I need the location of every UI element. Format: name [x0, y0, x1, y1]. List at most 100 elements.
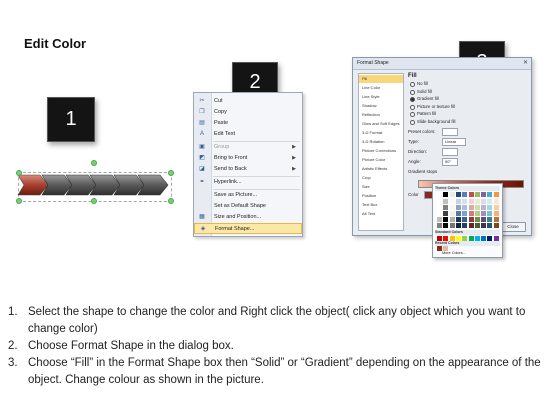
theme-color-swatch[interactable] — [449, 199, 455, 204]
theme-color-swatch[interactable] — [437, 192, 442, 197]
theme-color-swatch[interactable] — [493, 199, 499, 204]
rotate-handle[interactable] — [91, 160, 97, 166]
theme-color-swatch[interactable] — [468, 199, 474, 204]
category-line-color[interactable]: Line Color — [359, 84, 403, 92]
resize-handle[interactable] — [16, 170, 22, 176]
theme-color-swatch[interactable] — [474, 205, 480, 210]
category-3-d-format[interactable]: 3-D Format — [359, 129, 403, 137]
resize-handle[interactable] — [168, 198, 174, 204]
theme-color-swatch[interactable] — [449, 217, 455, 222]
category-glow-and-soft-edges[interactable]: Glow and Soft Edges — [359, 120, 403, 128]
theme-color-swatch[interactable] — [462, 205, 468, 210]
theme-color-swatch[interactable] — [443, 192, 449, 197]
theme-color-swatch[interactable] — [443, 205, 449, 210]
theme-color-swatch[interactable] — [455, 223, 461, 228]
category-3-d-rotation[interactable]: 3-D Rotation — [359, 138, 403, 146]
category-fill[interactable]: Fill — [359, 75, 403, 83]
category-text-box[interactable]: Text Box — [359, 201, 403, 209]
close-button[interactable]: Close — [500, 222, 526, 232]
menu-item-edit-text[interactable]: A Edit Text — [194, 129, 302, 140]
theme-color-swatch[interactable] — [449, 205, 455, 210]
theme-color-swatch[interactable] — [437, 211, 442, 216]
theme-color-swatch[interactable] — [481, 223, 487, 228]
theme-color-swatch[interactable] — [481, 199, 487, 204]
theme-color-swatch[interactable] — [493, 217, 499, 222]
fill-radio-solid-fill[interactable] — [410, 89, 415, 95]
angle-input[interactable]: 90° — [442, 158, 458, 166]
theme-color-swatch[interactable] — [455, 211, 461, 216]
theme-color-swatch[interactable] — [449, 211, 455, 216]
theme-color-swatch[interactable] — [437, 199, 442, 204]
theme-color-swatch[interactable] — [487, 192, 493, 197]
resize-handle[interactable] — [16, 198, 22, 204]
theme-color-swatch[interactable] — [481, 205, 487, 210]
theme-color-swatch[interactable] — [455, 199, 461, 204]
menu-item-size-and-position[interactable]: ▦ Size and Position... — [194, 212, 302, 223]
theme-color-swatch[interactable] — [481, 192, 487, 197]
theme-color-swatch[interactable] — [493, 192, 499, 197]
category-reflection[interactable]: Reflection — [359, 111, 403, 119]
resize-handle[interactable] — [168, 170, 174, 176]
more-colors-link[interactable]: More Colors... — [442, 251, 466, 255]
menu-item-set-as-default-shape[interactable]: Set as Default Shape — [194, 201, 302, 212]
theme-color-swatch[interactable] — [474, 217, 480, 222]
category-alt-text[interactable]: Alt Text — [359, 210, 403, 218]
theme-color-swatch[interactable] — [468, 211, 474, 216]
theme-color-swatch[interactable] — [455, 217, 461, 222]
menu-item-format-shape[interactable]: ◈ Format Shape... — [194, 223, 302, 234]
fill-radio-gradient-fill[interactable] — [410, 97, 415, 102]
direction-dropdown[interactable] — [442, 148, 458, 156]
theme-color-swatch[interactable] — [493, 205, 499, 210]
menu-item-hyperlink[interactable]: ⚭ Hyperlink... — [194, 177, 302, 188]
preset-colors-dropdown[interactable] — [442, 128, 458, 136]
category-crop[interactable]: Crop — [359, 174, 403, 182]
theme-color-swatch[interactable] — [443, 223, 449, 228]
menu-item-paste[interactable]: ▤ Paste — [194, 118, 302, 129]
theme-color-swatch[interactable] — [468, 192, 474, 197]
theme-color-swatch[interactable] — [468, 223, 474, 228]
theme-color-swatch[interactable] — [455, 192, 461, 197]
theme-color-swatch[interactable] — [487, 205, 493, 210]
theme-color-swatch[interactable] — [493, 211, 499, 216]
menu-item-bring-to-front[interactable]: ◩ Bring to Front ▶ — [194, 153, 302, 164]
theme-color-swatch[interactable] — [487, 199, 493, 204]
category-shadow[interactable]: Shadow — [359, 102, 403, 110]
category-picture-corrections[interactable]: Picture Corrections — [359, 147, 403, 155]
theme-color-swatch[interactable] — [487, 223, 493, 228]
fill-radio-slide-background-fill[interactable] — [410, 119, 415, 125]
theme-color-swatch[interactable] — [493, 223, 499, 228]
category-picture-color[interactable]: Picture Color — [359, 156, 403, 164]
theme-color-swatch[interactable] — [462, 223, 468, 228]
theme-color-swatch[interactable] — [481, 217, 487, 222]
theme-color-swatch[interactable] — [443, 199, 449, 204]
theme-color-swatch[interactable] — [437, 223, 442, 228]
theme-color-swatch[interactable] — [443, 217, 449, 222]
theme-color-swatch[interactable] — [449, 223, 455, 228]
theme-color-swatch[interactable] — [462, 192, 468, 197]
menu-item-save-as-picture[interactable]: Save as Picture... — [194, 190, 302, 201]
theme-color-swatch[interactable] — [449, 192, 455, 197]
type-dropdown[interactable]: Linear — [442, 138, 466, 146]
theme-color-swatch[interactable] — [462, 217, 468, 222]
theme-color-swatch[interactable] — [468, 217, 474, 222]
category-line-style[interactable]: Line Style — [359, 93, 403, 101]
dialog-close-icon[interactable]: ✕ — [523, 59, 528, 66]
theme-color-swatch[interactable] — [437, 205, 442, 210]
category-size[interactable]: Size — [359, 183, 403, 191]
theme-color-swatch[interactable] — [443, 211, 449, 216]
theme-color-swatch[interactable] — [474, 211, 480, 216]
menu-item-copy[interactable]: ❐ Copy — [194, 107, 302, 118]
theme-color-swatch[interactable] — [474, 223, 480, 228]
theme-color-swatch[interactable] — [487, 211, 493, 216]
resize-handle[interactable] — [91, 198, 97, 204]
category-artistic-effects[interactable]: Artistic Effects — [359, 165, 403, 173]
theme-color-swatch[interactable] — [474, 199, 480, 204]
fill-radio-pattern-fill[interactable] — [410, 112, 415, 117]
category-position[interactable]: Position — [359, 192, 403, 200]
theme-color-swatch[interactable] — [437, 217, 442, 222]
theme-color-swatch[interactable] — [462, 199, 468, 204]
theme-color-swatch[interactable] — [481, 211, 487, 216]
fill-radio-picture-or-texture-fill[interactable] — [410, 104, 415, 110]
fill-radio-no-fill[interactable] — [410, 82, 415, 87]
theme-color-swatch[interactable] — [468, 205, 474, 210]
